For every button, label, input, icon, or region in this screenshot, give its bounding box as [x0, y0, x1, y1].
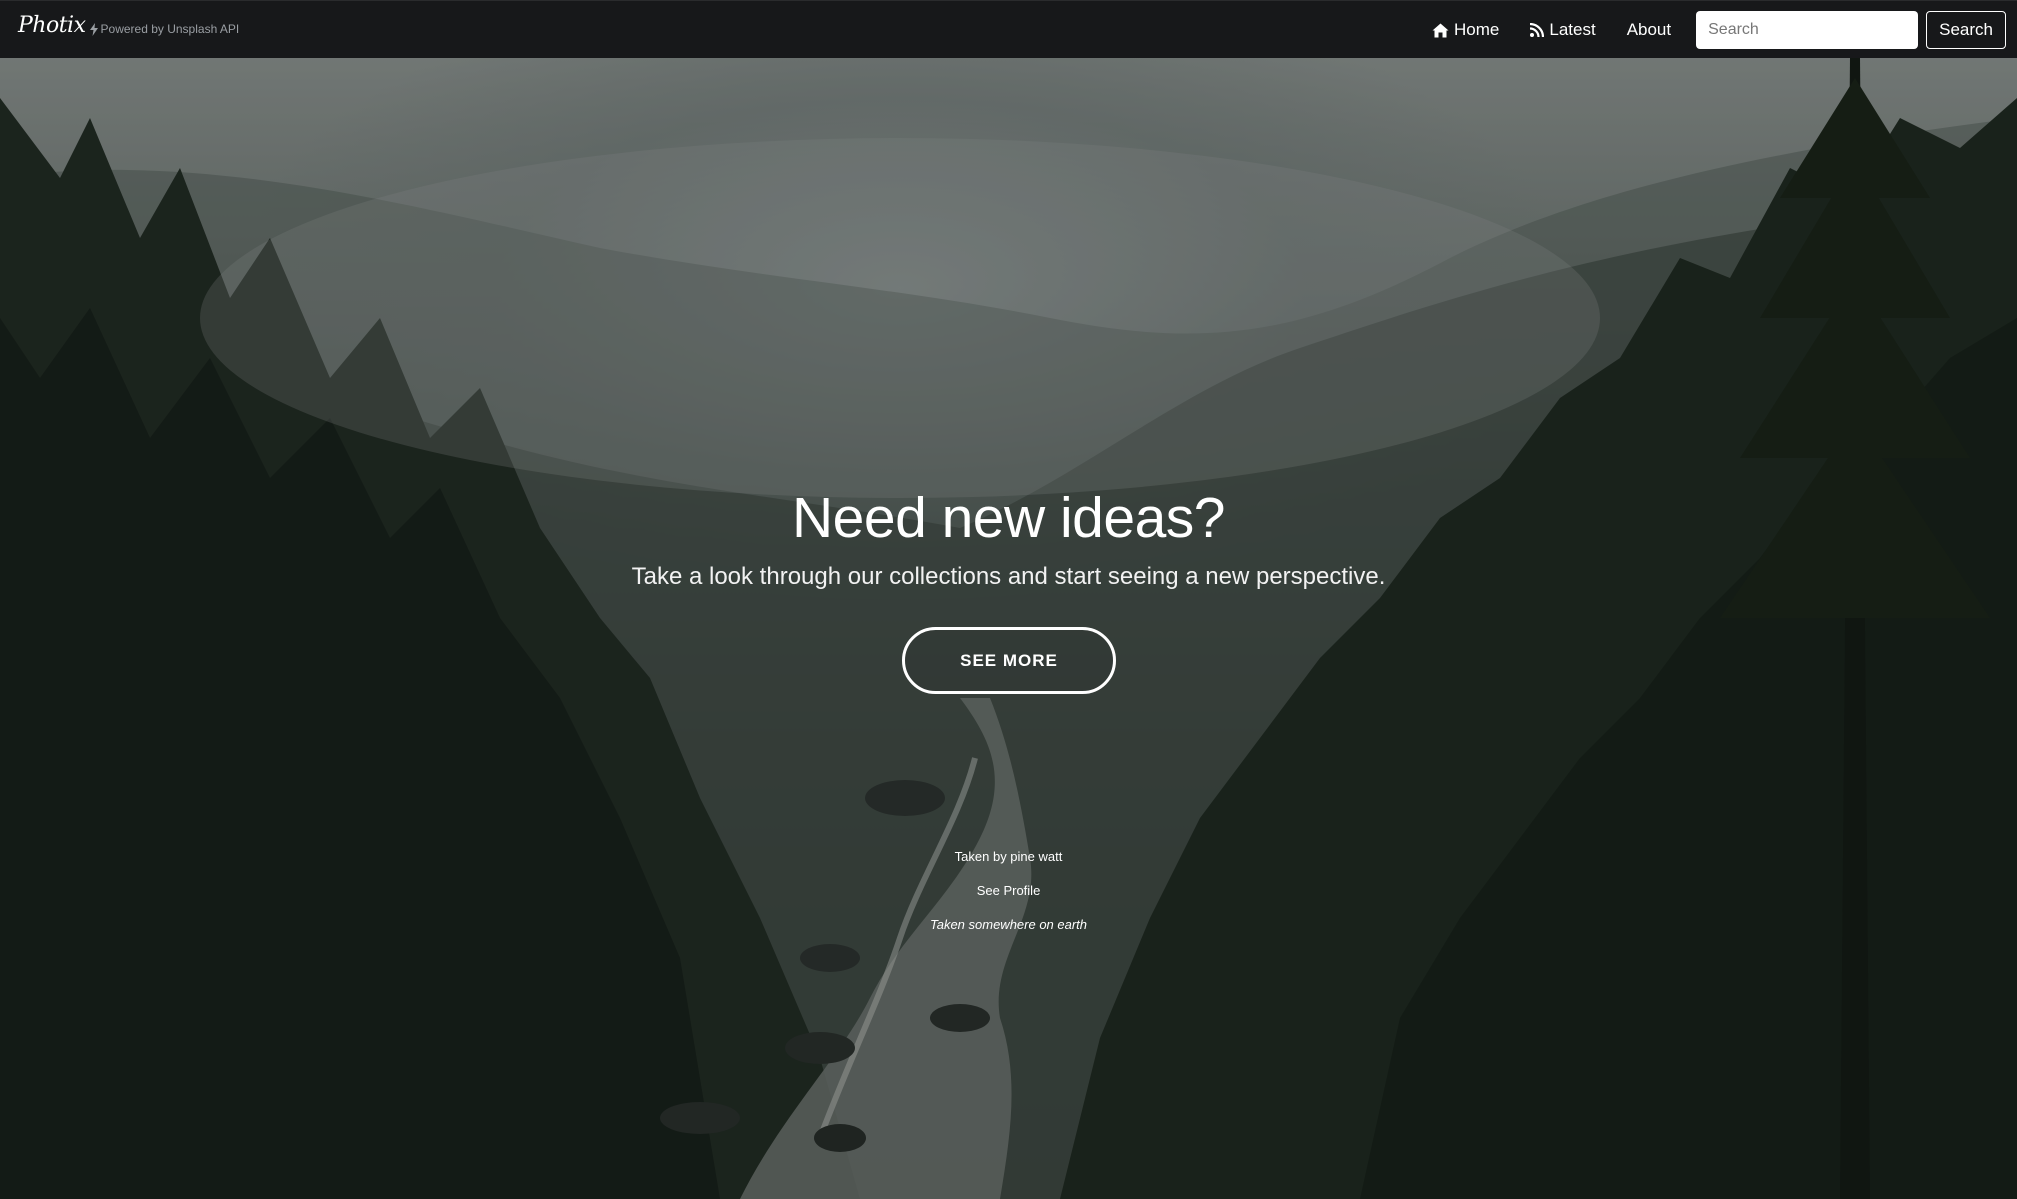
nav-about[interactable]: About [1627, 20, 1671, 40]
rss-icon [1530, 23, 1545, 37]
hero-title: Need new ideas? [792, 486, 1225, 550]
see-more-button[interactable]: SEE MORE [902, 627, 1116, 694]
search-input[interactable] [1696, 11, 1919, 49]
see-profile-link[interactable]: See Profile [0, 883, 2017, 898]
nav-home-label: Home [1454, 20, 1500, 39]
brand-logo[interactable]: Photix [18, 13, 86, 38]
photo-location: Taken somewhere on earth [929, 917, 1088, 932]
top-navbar: Photix Powered by Unsplash API Home Late… [0, 0, 2017, 58]
hero-subtitle: Take a look through our collections and … [631, 563, 1386, 590]
home-icon [1432, 23, 1449, 37]
nav-latest-label: Latest [1549, 20, 1596, 39]
nav-latest[interactable]: Latest [1530, 20, 1596, 40]
bolt-icon [89, 22, 98, 36]
nav-links: Home Latest About Search [1432, 1, 2017, 59]
nav-about-label: About [1626, 20, 1672, 39]
powered-by-text: Powered by Unsplash API [100, 22, 240, 36]
search-button[interactable]: Search [1926, 11, 2006, 49]
brand[interactable]: Photix Powered by Unsplash API [18, 13, 239, 38]
powered-by: Powered by Unsplash API [89, 22, 240, 36]
photo-credit: Taken by pine watt [954, 849, 1063, 864]
nav-home[interactable]: Home [1432, 20, 1499, 40]
